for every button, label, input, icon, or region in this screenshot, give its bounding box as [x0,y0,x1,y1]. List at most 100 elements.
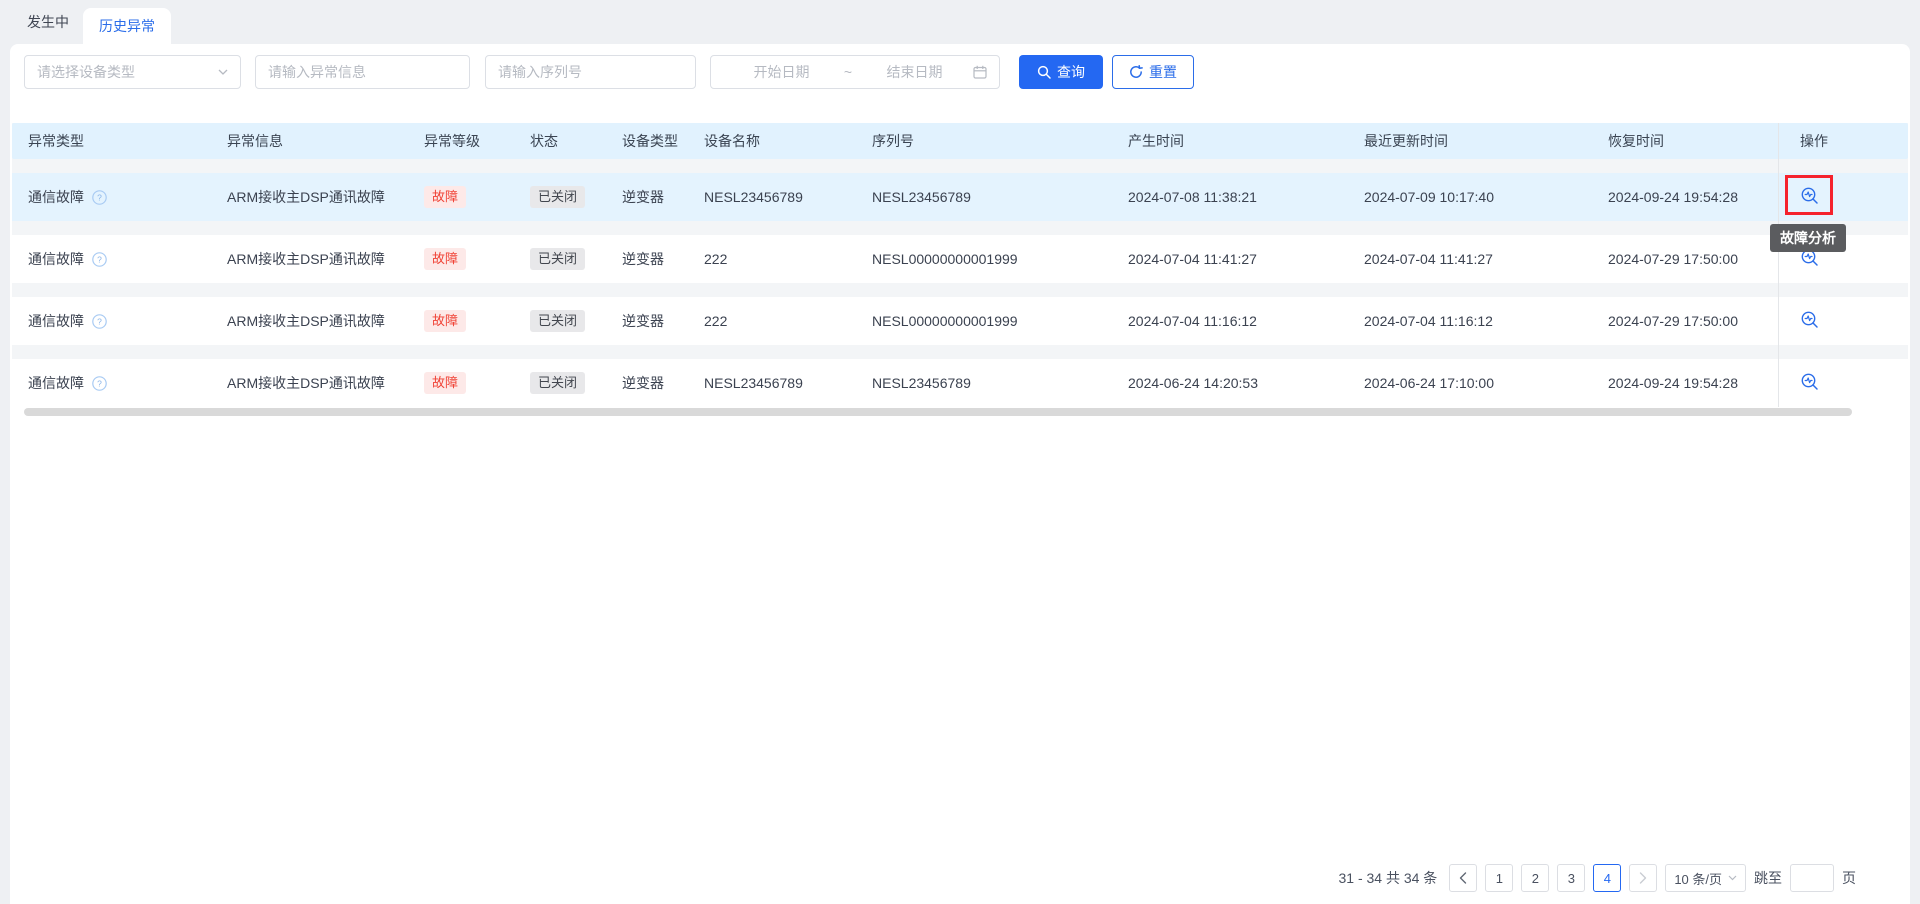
page-next-button[interactable] [1629,864,1657,892]
exception-message-text: ARM接收主DSP通讯故障 [211,187,408,207]
svg-text:?: ? [97,192,102,202]
table-row: 通信故障 ? ARM接收主DSP通讯故障 故障 已关闭 逆变器 NESL2345… [12,173,1908,221]
exception-type-text: 通信故障 [28,187,84,207]
question-circle-icon[interactable]: ? [92,252,107,267]
device-type-text: 逆变器 [606,187,688,207]
column-header: 产生时间 [1112,131,1348,151]
level-badge: 故障 [424,310,466,332]
device-name-text: NESL23456789 [688,375,856,391]
table-row: 通信故障 ? ARM接收主DSP通讯故障 故障 已关闭 逆变器 NESL2345… [12,359,1908,407]
fault-analysis-magnifier-icon[interactable] [1800,310,1820,330]
column-header: 异常等级 [408,131,514,151]
created-time-text: 2024-07-08 11:38:21 [1112,189,1348,205]
column-header: 恢复时间 [1592,131,1778,151]
refresh-icon [1129,65,1143,79]
updated-time-text: 2024-07-04 11:16:12 [1348,313,1592,329]
tab-bar: 发生中 历史异常 [0,0,1920,44]
table-body: 通信故障 ? ARM接收主DSP通讯故障 故障 已关闭 逆变器 NESL2345… [12,173,1908,407]
exception-type-text: 通信故障 [28,311,84,331]
column-header: 状态 [514,131,606,151]
level-badge: 故障 [424,372,466,394]
query-button[interactable]: 查询 [1019,55,1103,89]
created-time-text: 2024-06-24 14:20:53 [1112,375,1348,391]
device-type-text: 逆变器 [606,249,688,269]
status-badge: 已关闭 [530,248,585,270]
page-prev-button[interactable] [1449,864,1477,892]
created-time-text: 2024-07-04 11:16:12 [1112,313,1348,329]
fault-analysis-tooltip: 故障分析 [1770,224,1846,252]
exception-message-input[interactable] [255,55,470,89]
table-row: 通信故障 ? ARM接收主DSP通讯故障 故障 已关闭 逆变器 222 NESL… [12,235,1908,283]
serial-number-text: NESL23456789 [856,189,1112,205]
svg-text:?: ? [97,254,102,264]
device-type-select[interactable]: 请选择设备类型 [24,55,241,89]
column-header: 异常信息 [211,131,408,151]
horizontal-scrollbar-thumb[interactable] [24,408,1852,416]
device-name-text: 222 [688,251,856,267]
recovered-time-text: 2024-09-24 19:54:28 [1592,189,1778,205]
serial-number-input[interactable] [485,55,696,89]
updated-time-text: 2024-06-24 17:10:00 [1348,375,1592,391]
device-type-text: 逆变器 [606,373,688,393]
date-separator: ~ [840,64,856,80]
serial-number-text: NESL23456789 [856,375,1112,391]
device-type-text: 逆变器 [606,311,688,331]
column-header: 异常类型 [12,131,211,151]
fault-analysis-magnifier-icon[interactable] [1800,186,1820,206]
jump-page-input[interactable] [1790,864,1834,892]
page-button-2[interactable]: 2 [1521,864,1549,892]
status-badge: 已关闭 [530,186,585,208]
page-button-3[interactable]: 3 [1557,864,1585,892]
query-button-label: 查询 [1057,62,1085,82]
recovered-time-text: 2024-09-24 19:54:28 [1592,375,1778,391]
exception-message-text: ARM接收主DSP通讯故障 [211,373,408,393]
chevron-down-icon [218,69,228,75]
svg-text:?: ? [97,378,102,388]
tab-occurring[interactable]: 发生中 [27,0,69,44]
page-button-1[interactable]: 1 [1485,864,1513,892]
device-name-text: NESL23456789 [688,189,856,205]
main-panel: 请选择设备类型 开始日期 ~ 结束日期 查询 重置 [10,44,1910,904]
jump-suffix-label: 页 [1842,868,1856,888]
fixed-column-divider [1778,123,1779,407]
tab-history-exceptions[interactable]: 历史异常 [83,8,171,44]
page-size-label: 10 条/页 [1674,869,1722,888]
question-circle-icon[interactable]: ? [92,190,107,205]
jump-prefix-label: 跳至 [1754,868,1782,888]
level-badge: 故障 [424,248,466,270]
pagination-total: 31 - 34 共 34 条 [1338,868,1437,888]
svg-text:?: ? [97,316,102,326]
tooltip-label: 故障分析 [1780,228,1836,248]
status-badge: 已关闭 [530,372,585,394]
updated-time-text: 2024-07-09 10:17:40 [1348,189,1592,205]
question-circle-icon[interactable]: ? [92,314,107,329]
filter-bar: 请选择设备类型 开始日期 ~ 结束日期 查询 重置 [10,44,1910,89]
device-name-text: 222 [688,313,856,329]
chevron-down-icon [1728,875,1737,881]
search-icon [1037,65,1051,79]
chevron-right-icon [1639,872,1647,884]
serial-number-text: NESL00000000001999 [856,313,1112,329]
device-type-placeholder: 请选择设备类型 [37,62,135,82]
date-range-picker[interactable]: 开始日期 ~ 结束日期 [710,55,1000,89]
pagination: 31 - 34 共 34 条 1234 10 条/页 跳至 页 [1338,864,1856,892]
calendar-icon [973,65,987,79]
chevron-left-icon [1459,872,1467,884]
exception-message-text: ARM接收主DSP通讯故障 [211,311,408,331]
fault-analysis-magnifier-icon[interactable] [1800,372,1820,392]
end-date-placeholder: 结束日期 [856,62,973,82]
table-header-row: 异常类型异常信息异常等级状态设备类型设备名称序列号产生时间最近更新时间恢复时间操… [12,123,1908,159]
reset-button[interactable]: 重置 [1112,55,1194,89]
page-button-4[interactable]: 4 [1593,864,1621,892]
column-header: 设备名称 [688,131,856,151]
question-circle-icon[interactable]: ? [92,376,107,391]
updated-time-text: 2024-07-04 11:41:27 [1348,251,1592,267]
created-time-text: 2024-07-04 11:41:27 [1112,251,1348,267]
status-badge: 已关闭 [530,310,585,332]
page-number-buttons: 1234 [1485,864,1621,892]
page-size-select[interactable]: 10 条/页 [1665,864,1746,892]
serial-number-text: NESL00000000001999 [856,251,1112,267]
recovered-time-text: 2024-07-29 17:50:00 [1592,313,1778,329]
exception-message-text: ARM接收主DSP通讯故障 [211,249,408,269]
column-header: 操作 [1778,131,1907,151]
